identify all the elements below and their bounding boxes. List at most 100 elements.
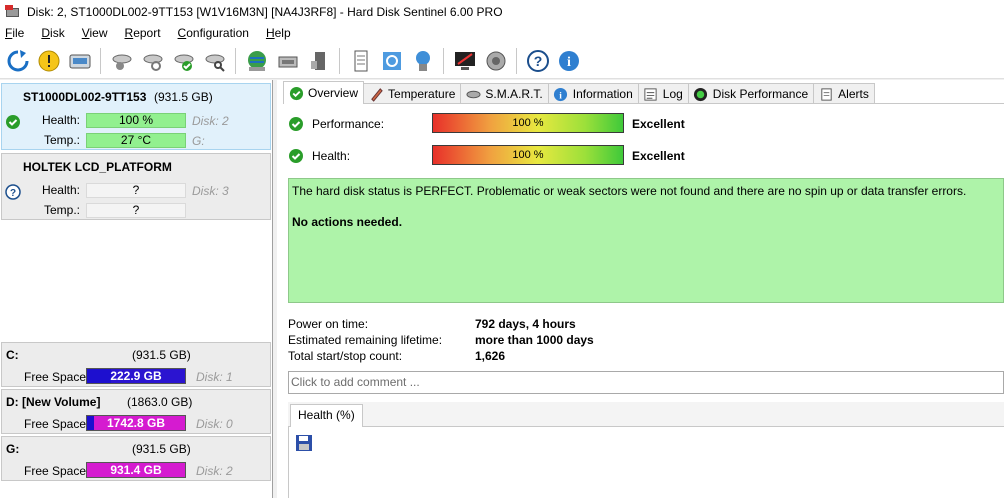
tab-label: S.M.A.R.T.: [485, 87, 543, 101]
monitor-warning-icon: [454, 51, 475, 70]
sync-button[interactable]: [377, 46, 406, 75]
menu-configuration-accel: C: [177, 26, 187, 40]
volume-card[interactable]: D: [New Volume] (1863.0 GB) Free Space 1…: [1, 389, 271, 434]
tab-label: Log: [662, 87, 683, 101]
check-circle-icon: [289, 86, 303, 100]
tab-disk-performance[interactable]: Disk Performance: [687, 83, 815, 104]
health-label: Health:: [41, 113, 80, 127]
globe-disk-icon: [247, 50, 266, 71]
menu-bar: File Disk View Report Configuration Help: [0, 23, 1004, 43]
volume-disk-ref: Disk: 0: [196, 417, 233, 431]
free-space-bar: 222.9 GB: [86, 368, 186, 384]
disk-size: (931.5 GB): [154, 90, 213, 104]
about-button[interactable]: i: [554, 46, 583, 75]
health-label: Health:: [41, 183, 80, 197]
tab-label: Alerts: [838, 87, 869, 101]
sound-button[interactable]: [481, 46, 510, 75]
window-title: Disk: 2, ST1000DL002-9TT153 [W1V16M3N] […: [27, 4, 503, 19]
tab-bar: Overview Temperature S.M.A.R.T. i Inform…: [283, 81, 875, 104]
volume-card[interactable]: C: (931.5 GB) Free Space 222.9 GB Disk: …: [1, 342, 271, 387]
temp-label: Temp.:: [43, 203, 80, 217]
health-bar: 100 %: [432, 145, 624, 165]
disk-search-button[interactable]: [200, 46, 229, 75]
disk-check-button[interactable]: [169, 46, 198, 75]
start-stop-value: 1,626: [475, 349, 506, 363]
tab-overview[interactable]: Overview: [283, 81, 365, 104]
menu-report-accel: R: [124, 26, 134, 40]
menu-view[interactable]: View: [78, 26, 113, 40]
menu-help[interactable]: Help: [262, 26, 296, 40]
disk-search-icon: [205, 54, 225, 72]
monitor-warning-button[interactable]: [450, 46, 479, 75]
log-icon: [644, 87, 657, 101]
volume-size: (1863.0 GB): [127, 395, 193, 409]
performance-label: Performance:: [312, 117, 385, 131]
help-icon: ?: [526, 49, 549, 72]
disk-satellite-icon: [112, 54, 131, 70]
sound-icon: [486, 51, 505, 70]
health-bar: 100 %: [86, 113, 186, 128]
toolbar-separator: [516, 47, 517, 74]
performance-rating: Excellent: [632, 117, 685, 131]
tab-smart[interactable]: S.M.A.R.T.: [460, 83, 549, 104]
power-on-value: 792 days, 4 hours: [475, 317, 576, 331]
menu-configuration-label: onfiguration: [186, 26, 249, 40]
toolbar-separator: [235, 47, 236, 74]
performance-bar: 100 %: [432, 113, 624, 133]
volume-disk-ref: Disk: 2: [196, 464, 233, 478]
free-space-value: 222.9 GB: [110, 369, 162, 383]
chart-body: [288, 426, 1004, 498]
comment-field[interactable]: Click to add comment ...: [288, 371, 1004, 394]
toolbar-separator: [339, 47, 340, 74]
help-button[interactable]: ?: [523, 46, 552, 75]
temp-bar: ?: [86, 203, 186, 218]
disk-arrows-icon: [466, 90, 481, 98]
tab-log[interactable]: Log: [637, 83, 689, 104]
disk-card[interactable]: HOLTEK LCD_PLATFORM ? Health: ? Disk: 3 …: [1, 153, 271, 220]
menu-view-label: iew: [89, 26, 108, 40]
drive-ref: G:: [192, 134, 205, 148]
disk-tools-button[interactable]: [273, 46, 302, 75]
disk-properties-icon: [69, 54, 90, 68]
menu-report[interactable]: Report: [121, 26, 166, 40]
network-disk-button[interactable]: [408, 46, 437, 75]
health-rating: Excellent: [632, 149, 685, 163]
temp-bar: 27 °C: [86, 133, 186, 148]
tab-baseline: [283, 103, 1004, 104]
disk-satellite-button[interactable]: [107, 46, 136, 75]
info-icon: i: [554, 87, 568, 101]
title-bar: Disk: 2, ST1000DL002-9TT153 [W1V16M3N] […: [0, 0, 1004, 23]
refresh-button[interactable]: [3, 46, 32, 75]
tab-health-chart[interactable]: Health (%): [290, 404, 363, 427]
disk-usb-button[interactable]: [304, 46, 333, 75]
disk-usb-icon: [310, 51, 325, 70]
comment-placeholder: Click to add comment ...: [291, 375, 420, 389]
tab-temperature[interactable]: Temperature: [363, 83, 462, 104]
warning-icon: [38, 50, 59, 71]
disk-properties-button[interactable]: [65, 46, 94, 75]
lifetime-value: more than 1000 days: [475, 333, 594, 347]
menu-configuration[interactable]: Configuration: [174, 26, 254, 40]
info-icon: i: [558, 50, 579, 71]
disk-card-selected[interactable]: ST1000DL002-9TT153 (931.5 GB) Health: 10…: [1, 83, 271, 150]
save-icon[interactable]: [295, 434, 313, 452]
free-space-label: Free Space: [24, 370, 87, 384]
globe-disk-button[interactable]: [242, 46, 271, 75]
disk-tools-icon: [278, 56, 297, 67]
volume-card[interactable]: G: (931.5 GB) Free Space 931.4 GB Disk: …: [1, 436, 271, 481]
lifetime-label: Estimated remaining lifetime:: [288, 333, 443, 347]
right-panel: Overview Temperature S.M.A.R.T. i Inform…: [277, 80, 1004, 498]
network-disk-icon: [415, 50, 430, 71]
menu-file[interactable]: File: [1, 26, 29, 40]
tab-alerts[interactable]: Alerts: [813, 83, 875, 104]
toolbar: ? i: [0, 43, 1004, 79]
gauge-icon: [694, 87, 708, 101]
menu-disk[interactable]: Disk: [37, 26, 69, 40]
menu-view-accel: V: [81, 26, 90, 40]
disk-refresh-button[interactable]: [138, 46, 167, 75]
alert-button[interactable]: [34, 46, 63, 75]
tab-information[interactable]: i Information: [547, 83, 639, 104]
document-list-button[interactable]: [346, 46, 375, 75]
disk-ref: Disk: 2: [192, 114, 229, 128]
volume-letter: G:: [6, 442, 20, 456]
